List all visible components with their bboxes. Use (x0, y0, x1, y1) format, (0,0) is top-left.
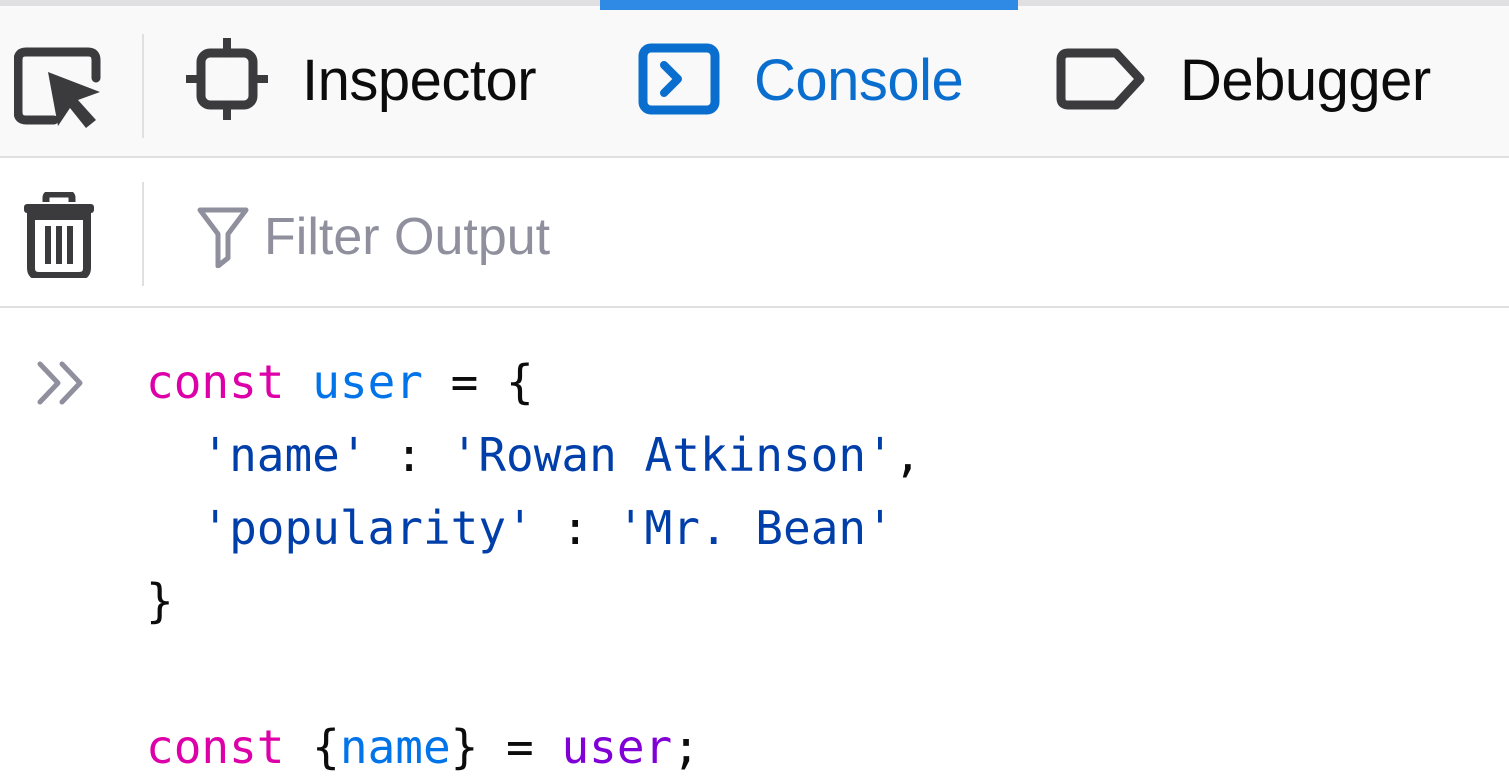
console-toolbar (0, 158, 1509, 308)
string-token: 'Mr. Bean' (616, 501, 894, 555)
tab-debugger-label: Debugger (1180, 48, 1431, 113)
identifier-token: name (339, 720, 451, 774)
keyword-token: const (146, 355, 285, 409)
identifier-token: user (561, 720, 673, 774)
filter-icon (197, 207, 249, 268)
tab-console[interactable]: Console (600, 0, 1018, 156)
console-input-area[interactable]: const user = { 'name' : 'Rowan Atkinson'… (0, 308, 1509, 774)
tab-debugger[interactable]: Debugger (1056, 6, 1431, 156)
console-icon (638, 43, 720, 120)
string-token: 'name' (201, 428, 368, 482)
toolbar-separator (142, 182, 144, 286)
element-picker-icon (13, 47, 101, 128)
identifier-token: user (312, 355, 423, 409)
string-token: 'Rowan Atkinson' (450, 428, 894, 482)
trash-icon (24, 190, 94, 280)
string-token: 'popularity' (201, 501, 534, 555)
chevron-double-right-icon (37, 361, 83, 405)
filter-box[interactable] (196, 202, 884, 272)
debugger-icon (1056, 47, 1146, 116)
tab-inspector-label: Inspector (302, 48, 537, 113)
element-picker-button[interactable] (13, 46, 108, 132)
clear-console-button[interactable] (22, 190, 96, 280)
filter-output-input[interactable] (264, 207, 884, 267)
inspector-icon (183, 34, 271, 125)
keyword-token: const (146, 720, 285, 774)
tab-console-label: Console (754, 48, 964, 113)
devtools-tab-bar: Inspector Console Debugger (0, 0, 1509, 158)
code-editor[interactable]: const user = { 'name' : 'Rowan Atkinson'… (146, 346, 921, 784)
tab-bar-separator (142, 34, 144, 138)
tab-inspector[interactable]: Inspector (183, 6, 537, 156)
